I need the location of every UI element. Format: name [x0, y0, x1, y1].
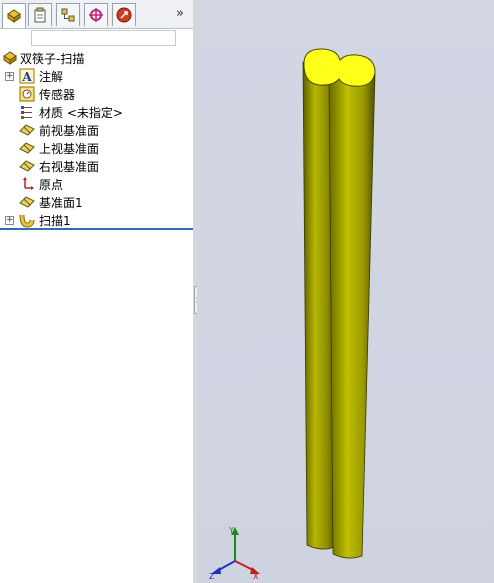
tree-item-sweep1[interactable]: 扫描1: [19, 211, 71, 229]
dimxpert-icon: [89, 8, 103, 22]
part-icon: [3, 51, 17, 65]
graphics-viewport[interactable]: Y X Z: [197, 0, 494, 583]
tree-item-label: 上视基准面: [39, 141, 100, 156]
tree-filter-input[interactable]: [31, 30, 176, 46]
axis-triad: Y X Z: [209, 526, 260, 581]
display-manager-icon: [116, 7, 132, 23]
tree-item-material[interactable]: 材质 <未指定>: [19, 103, 123, 121]
plane-icon: [19, 142, 35, 154]
tree-item-right-plane[interactable]: 右视基准面: [19, 157, 99, 175]
origin-icon: [23, 177, 34, 190]
tree-item-label: 原点: [39, 177, 64, 192]
expand-annotations-button[interactable]: +: [5, 72, 14, 81]
tree-root[interactable]: 双筷子-扫描: [2, 49, 84, 67]
plane-icon: [19, 124, 35, 136]
axis-x-label: X: [253, 572, 259, 581]
tree-item-label: 右视基准面: [39, 159, 100, 174]
tree-item-label: 传感器: [39, 87, 76, 102]
more-tabs-button[interactable]: »: [176, 6, 184, 21]
annotation-icon: A: [19, 68, 35, 84]
feature-manager-icon: [7, 9, 21, 23]
expand-sweep-button[interactable]: +: [5, 216, 14, 225]
material-icon: [21, 106, 32, 119]
tree-item-top-plane[interactable]: 上视基准面: [19, 139, 99, 157]
chopsticks-model[interactable]: [197, 0, 494, 583]
tree-item-annotations[interactable]: A 注解: [19, 67, 63, 85]
configuration-manager-icon: [61, 8, 75, 22]
tab-feature-manager[interactable]: [2, 3, 26, 28]
tree-end-rollback-bar[interactable]: [0, 228, 193, 230]
tab-property-manager[interactable]: [28, 3, 52, 26]
tree-item-label: 注解: [39, 69, 64, 84]
axis-z-label: Z: [209, 572, 215, 581]
tree-item-plane1[interactable]: 基准面1: [19, 193, 83, 211]
tree-item-label: 基准面1: [39, 195, 83, 210]
feature-manager-panel: » 双筷子-扫描 + A 注解 传感器 材质 <未指定> 前视基准面 上视基准面…: [0, 0, 194, 583]
property-manager-icon: [34, 7, 46, 23]
tree-item-label: 材质 <未指定>: [39, 105, 123, 120]
plane-icon: [19, 196, 35, 208]
tree-item-origin[interactable]: 原点: [19, 175, 63, 193]
tab-display-manager[interactable]: [112, 3, 136, 26]
tree-root-label: 双筷子-扫描: [20, 51, 85, 66]
tab-dimxpert-manager[interactable]: [84, 3, 108, 26]
sensor-icon: [19, 86, 35, 102]
manager-tab-bar: »: [0, 0, 193, 29]
sweep-icon: [19, 214, 35, 228]
plane-icon: [19, 160, 35, 172]
tree-item-sensors[interactable]: 传感器: [19, 85, 75, 103]
tree-item-front-plane[interactable]: 前视基准面: [19, 121, 99, 139]
tab-configuration-manager[interactable]: [56, 3, 80, 26]
tree-item-label: 前视基准面: [39, 123, 100, 138]
axis-y-label: Y: [228, 526, 234, 535]
svg-text:A: A: [21, 70, 32, 84]
tree-item-label: 扫描1: [39, 213, 71, 228]
